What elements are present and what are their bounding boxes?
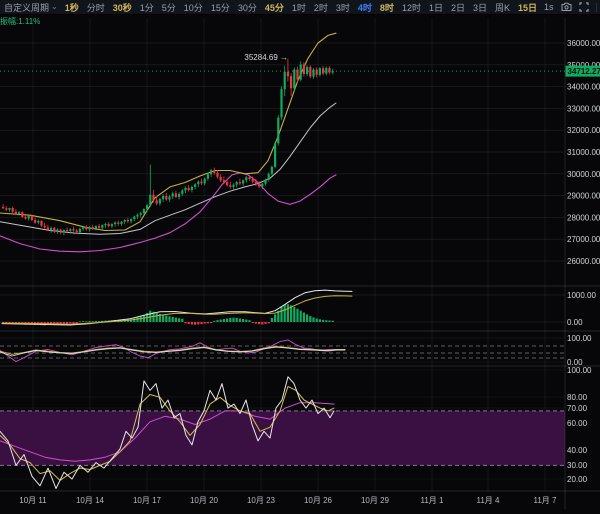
interval-1分[interactable]: 1分 (140, 1, 154, 14)
interval-5分[interactable]: 5分 (162, 1, 176, 14)
rsi-axis-label: 80.00 (567, 393, 588, 402)
interval-8时[interactable]: 8时 (380, 1, 394, 14)
price-axis-label: 26000.00 (567, 257, 600, 266)
custom-period-label: 自定义周期 (4, 1, 49, 14)
top-toolbar: 自定义周期 ⌄ 1秒分时 30秒 1分 5分 10分 15分 30分 45分 1时 2时 3时 4时 8… (0, 0, 600, 15)
time-axis-label: 10月 11 (19, 496, 47, 505)
macd-axis-label: 1000.00 (567, 291, 596, 300)
interval-30秒[interactable]: 30秒 (113, 1, 132, 14)
interval-周K[interactable]: 周K (495, 1, 510, 14)
rsi-axis-label: 70.00 (567, 404, 588, 413)
amplitude-stat: 振幅:1.11% (0, 16, 40, 27)
interval-12时[interactable]: 12时 (402, 1, 421, 14)
custom-period-dropdown[interactable]: 自定义周期 ⌄ (4, 1, 58, 14)
time-axis-label: 11月 1 (421, 496, 445, 505)
rsi-axis-label: 60.00 (567, 419, 588, 428)
trading-app: 35284.69 →36000.0035000.0034000.0033000.… (0, 0, 600, 509)
interval-1秒[interactable]: 1秒 (65, 1, 79, 14)
time-axis-label: 10月 29 (361, 496, 390, 505)
time-axis-label: 10月 26 (304, 496, 333, 505)
rsi-axis-label: 100.00 (567, 366, 592, 375)
time-axis-label: 11月 4 (477, 496, 501, 505)
interval-4时[interactable]: 4时 (358, 1, 372, 14)
price-axis-label: 31000.00 (567, 148, 600, 157)
price-axis-label: 29000.00 (567, 192, 600, 201)
rsi-axis-label: 20.00 (567, 475, 588, 484)
macd-axis-label: 0.00 (567, 318, 583, 327)
current-price-value: 34712.27 (568, 67, 600, 76)
price-axis-label: 34000.00 (567, 83, 600, 92)
price-axis-label: 33000.00 (567, 104, 600, 113)
peak-price-annotation: 35284.69 → (244, 53, 288, 62)
rsi-axis-label: 30.00 (567, 461, 588, 470)
toolbar-divider (596, 3, 597, 12)
interval-list: 1秒分时 30秒 1分 5分 10分 15分 30分 45分 1时 2时 3时 4时 8时 12时 1日 2日… (65, 1, 537, 14)
interval-30分[interactable]: 30分 (238, 1, 257, 14)
chart-canvas[interactable]: 35284.69 →36000.0035000.0034000.0033000.… (0, 0, 600, 509)
interval-3日[interactable]: 3日 (473, 1, 487, 14)
time-axis-label: 10月 20 (190, 496, 219, 505)
time-axis-label: 10月 23 (247, 496, 276, 505)
interval-1s[interactable]: 1s (544, 2, 554, 12)
fullscreen-icon[interactable] (579, 2, 589, 12)
camera-icon[interactable] (561, 2, 572, 12)
price-axis-label: 32000.00 (567, 126, 600, 135)
interval-2日[interactable]: 2日 (451, 1, 465, 14)
interval-15日[interactable]: 15日 (518, 1, 537, 14)
current-price-badge: 34712.27 (566, 66, 600, 77)
price-axis-label: 36000.00 (567, 39, 600, 48)
price-axis-label: 30000.00 (567, 170, 600, 179)
price-axis-label: 28000.00 (567, 213, 600, 222)
toolbar-right: 1s 未命名 ⌄ 下单 (544, 0, 600, 15)
rsi-band (0, 411, 565, 466)
interval-2时[interactable]: 2时 (314, 1, 328, 14)
rsi-axis-label: 40.00 (567, 446, 588, 455)
interval-1时[interactable]: 1时 (292, 1, 306, 14)
interval-10分[interactable]: 10分 (184, 1, 203, 14)
time-axis-label: 10月 14 (76, 496, 105, 505)
interval-1日[interactable]: 1日 (429, 1, 443, 14)
chevron-down-icon: ⌄ (51, 4, 58, 10)
time-axis-label: 10月 17 (133, 496, 162, 505)
interval-分时[interactable]: 分时 (87, 1, 105, 14)
interval-45分[interactable]: 45分 (265, 1, 284, 14)
price-axis-label: 27000.00 (567, 235, 600, 244)
osc-axis-label: 100.00 (567, 334, 592, 343)
interval-3时[interactable]: 3时 (336, 1, 350, 14)
time-axis-label: 11月 7 (534, 496, 558, 505)
interval-15分[interactable]: 15分 (211, 1, 230, 14)
